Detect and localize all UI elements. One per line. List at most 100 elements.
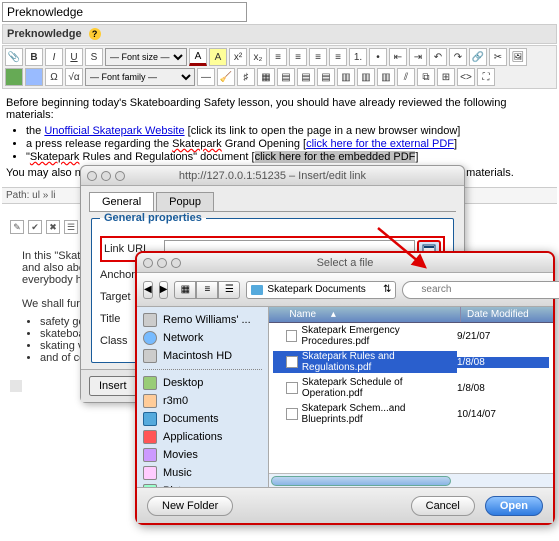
icon-view-button[interactable]: ▦ <box>174 281 196 299</box>
attach-icon[interactable]: 📎 <box>5 48 23 66</box>
align-right-icon[interactable]: ≡ <box>309 48 327 66</box>
misspell: Skatepark <box>30 151 80 163</box>
merge-icon[interactable]: ⧉ <box>417 68 435 86</box>
remove-format-icon[interactable]: 🧹 <box>217 68 235 86</box>
list-ul-icon[interactable]: • <box>369 48 387 66</box>
reject-icon[interactable]: ✖ <box>46 220 60 234</box>
split-icon[interactable]: ⫽ <box>397 68 415 86</box>
link-icon[interactable]: 🔗 <box>469 48 487 66</box>
underline-icon[interactable]: U <box>65 48 83 66</box>
file-titlebar[interactable]: Select a file <box>137 253 553 273</box>
folder-icon <box>143 412 157 426</box>
sidebar-item[interactable]: Macintosh HD <box>137 347 268 365</box>
link-titlebar[interactable]: http://127.0.0.1:51235 – Insert/edit lin… <box>81 166 464 186</box>
sidebar-item[interactable]: Music <box>137 464 268 482</box>
visual-aid-icon[interactable]: ⊞ <box>437 68 455 86</box>
sidebar-item[interactable]: Network <box>137 329 268 347</box>
title-input[interactable] <box>2 2 247 22</box>
hscrollbar[interactable] <box>269 473 553 487</box>
file-icon <box>286 330 297 342</box>
file-row[interactable]: Skatepark Schem...and Blueprints.pdf10/1… <box>269 401 553 427</box>
char-icon[interactable]: ♯ <box>237 68 255 86</box>
bold-icon[interactable]: B <box>25 48 43 66</box>
sidebar-item[interactable]: Movies <box>137 446 268 464</box>
strike-icon[interactable]: S <box>85 48 103 66</box>
insert-2-icon[interactable] <box>25 68 43 86</box>
sub-icon[interactable]: x₂ <box>249 48 267 66</box>
source-icon[interactable]: <> <box>457 68 475 86</box>
sidebar-item[interactable]: Applications <box>137 428 268 446</box>
forward-button[interactable]: ▶ <box>159 281 169 299</box>
hr-icon[interactable]: — <box>197 68 215 86</box>
col-date[interactable]: Date Modified <box>461 307 553 322</box>
font-size-select[interactable]: — Font size — <box>105 48 187 66</box>
sidebar-item[interactable]: r3m0 <box>137 392 268 410</box>
redo-icon[interactable]: ↷ <box>449 48 467 66</box>
sidebar-item[interactable]: Desktop <box>137 374 268 392</box>
italic-icon[interactable]: I <box>45 48 63 66</box>
text-color-icon[interactable]: A <box>189 48 207 66</box>
tab-general[interactable]: General <box>89 192 154 211</box>
scroll-thumb[interactable] <box>271 476 451 486</box>
folder-dropdown[interactable]: Skatepark Documents ⇅ <box>246 281 396 299</box>
open-button[interactable]: Open <box>485 496 543 516</box>
new-folder-button[interactable]: New Folder <box>147 496 233 516</box>
edit-icon[interactable]: ✎ <box>10 220 24 234</box>
align-left-icon[interactable]: ≡ <box>269 48 287 66</box>
link-title: http://127.0.0.1:51235 – Insert/edit lin… <box>81 170 464 182</box>
row-delete-icon[interactable]: ▤ <box>317 68 335 86</box>
sidebar-item[interactable]: Documents <box>137 410 268 428</box>
link-external-pdf[interactable]: click here for the external PDF <box>306 138 454 150</box>
movies-icon <box>143 448 157 462</box>
col-name[interactable]: Name ▴ <box>269 307 461 322</box>
sidebar-item[interactable]: Pictures <box>137 482 268 487</box>
music-icon <box>143 466 157 480</box>
accept-icon[interactable]: ✔ <box>28 220 42 234</box>
file-list: Name ▴ Date Modified Skatepark Emergency… <box>269 307 553 487</box>
misspell: Skatepark <box>172 138 222 150</box>
file-row[interactable]: Skatepark Schedule of Operation.pdf1/8/0… <box>269 375 553 401</box>
indent-icon[interactable]: ⇥ <box>409 48 427 66</box>
editor-toolbar: 📎 B I U S — Font size — A A x² x₂ ≡ ≡ ≡ … <box>2 45 557 89</box>
help-icon[interactable]: ? <box>89 28 101 40</box>
file-footer: New Folder Cancel Open <box>137 487 553 523</box>
link-unofficial[interactable]: Unofficial Skatepark Website <box>44 125 184 137</box>
misc-icon[interactable]: ☰ <box>64 220 78 234</box>
file-picker: Select a file ◀ ▶ ▦ ≡ ☰ Skatepark Docume… <box>135 251 555 525</box>
insert-1-icon[interactable] <box>5 68 23 86</box>
fullscreen-icon[interactable]: ⛶ <box>477 68 495 86</box>
table-icon[interactable]: ▦ <box>257 68 275 86</box>
align-center-icon[interactable]: ≡ <box>289 48 307 66</box>
page-icon[interactable] <box>10 380 22 392</box>
col-before-icon[interactable]: ▥ <box>337 68 355 86</box>
list-ol-icon[interactable]: 1. <box>349 48 367 66</box>
file-toolbar: ◀ ▶ ▦ ≡ ☰ Skatepark Documents ⇅ <box>137 273 553 307</box>
sidebar-item[interactable]: Remo Williams' ... <box>137 311 268 329</box>
file-icon <box>286 356 297 368</box>
list-item: "Skatepark Rules and Regulations" docume… <box>26 151 553 163</box>
omega-icon[interactable]: Ω <box>45 68 63 86</box>
column-view-button[interactable]: ☰ <box>218 281 240 299</box>
outdent-icon[interactable]: ⇤ <box>389 48 407 66</box>
column-header[interactable]: Name ▴ Date Modified <box>269 307 553 323</box>
list-view-button[interactable]: ≡ <box>196 281 218 299</box>
back-button[interactable]: ◀ <box>143 281 153 299</box>
sqrt-icon[interactable]: √α <box>65 68 83 86</box>
undo-icon[interactable]: ↶ <box>429 48 447 66</box>
file-row[interactable]: Skatepark Emergency Procedures.pdf9/21/0… <box>269 323 553 349</box>
unlink-icon[interactable]: ✂ <box>489 48 507 66</box>
file-row[interactable]: Skatepark Rules and Regulations.pdf1/8/0… <box>269 349 553 375</box>
cancel-button[interactable]: Cancel <box>411 496 475 516</box>
image-icon[interactable]: 🖼 <box>509 48 527 66</box>
insert-button[interactable]: Insert <box>89 376 137 396</box>
search-input[interactable] <box>402 281 559 299</box>
align-justify-icon[interactable]: ≡ <box>329 48 347 66</box>
font-family-select[interactable]: — Font family — <box>85 68 195 86</box>
tab-popup[interactable]: Popup <box>156 192 214 211</box>
col-delete-icon[interactable]: ▥ <box>377 68 395 86</box>
highlight-icon[interactable]: A <box>209 48 227 66</box>
sup-icon[interactable]: x² <box>229 48 247 66</box>
row-after-icon[interactable]: ▤ <box>297 68 315 86</box>
col-after-icon[interactable]: ▥ <box>357 68 375 86</box>
row-before-icon[interactable]: ▤ <box>277 68 295 86</box>
